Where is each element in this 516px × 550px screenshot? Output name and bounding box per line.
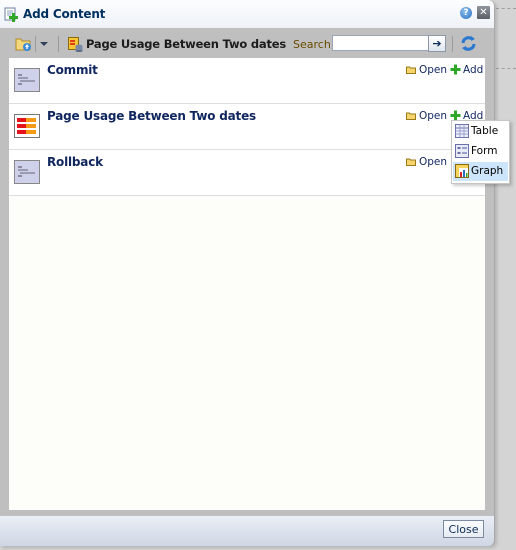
add-menu-label: Table — [471, 125, 499, 137]
add-content-icon — [4, 7, 18, 22]
document-icon — [14, 68, 40, 92]
content-list: Commit Open Add Page Usage Between Two d… — [9, 58, 485, 510]
dialog-footer: Close — [0, 516, 494, 546]
add-label: Add — [463, 64, 484, 76]
list-item: Rollback Open — [9, 150, 485, 196]
open-link[interactable]: Open — [406, 156, 447, 168]
document-icon — [14, 160, 40, 184]
open-label: Open — [419, 156, 448, 168]
add-menu-label: Graph — [471, 165, 504, 177]
search-go-button[interactable]: ➔ — [428, 35, 446, 52]
dialog-titlebar: Add Content ? ✕ — [0, 0, 494, 28]
close-button[interactable]: Close — [443, 520, 484, 538]
toolbar-separator — [452, 36, 453, 52]
folder-icon — [406, 112, 416, 120]
report-icon — [68, 37, 83, 52]
dialog-title: Add Content — [23, 7, 106, 21]
chevron-down-icon[interactable] — [40, 42, 48, 46]
add-menu-item-table[interactable]: Table — [453, 122, 508, 141]
add-link[interactable]: Add — [450, 64, 483, 76]
item-title[interactable]: Commit — [47, 63, 98, 77]
folder-icon — [406, 66, 416, 74]
form-icon — [455, 144, 469, 158]
folder-icon — [406, 158, 416, 166]
report-bars-icon — [14, 114, 40, 138]
open-label: Open — [419, 64, 448, 76]
search-input[interactable] — [332, 35, 430, 51]
add-menu-item-graph[interactable]: Graph — [453, 162, 508, 181]
item-title[interactable]: Page Usage Between Two dates — [47, 109, 256, 123]
open-link[interactable]: Open — [406, 64, 447, 76]
toolbar-separator — [35, 36, 36, 52]
plus-icon — [450, 64, 461, 75]
background-divider — [496, 8, 516, 9]
help-icon[interactable]: ? — [460, 7, 472, 19]
current-report-label: Page Usage Between Two dates — [86, 37, 287, 51]
add-menu-label: Form — [471, 145, 498, 157]
item-title[interactable]: Rollback — [47, 155, 103, 169]
search-label: Search — [293, 38, 331, 51]
folder-up-icon[interactable] — [15, 36, 33, 52]
graph-icon — [455, 164, 469, 178]
list-item: Commit Open Add — [9, 58, 485, 104]
add-content-dialog: Add Content ? ✕ Page Usage Between Two d… — [0, 0, 495, 546]
list-item: Page Usage Between Two dates Open Add — [9, 104, 485, 150]
refresh-icon[interactable] — [460, 35, 477, 52]
close-icon[interactable]: ✕ — [477, 6, 490, 19]
add-menu: Table Form Graph — [451, 120, 510, 184]
add-menu-item-form[interactable]: Form — [453, 142, 508, 161]
toolbar: Page Usage Between Two dates Search ➔ — [0, 28, 494, 58]
background-divider — [496, 68, 516, 69]
open-label: Open — [419, 110, 448, 122]
open-link[interactable]: Open — [406, 110, 447, 122]
table-icon — [455, 124, 469, 138]
toolbar-separator — [58, 36, 59, 52]
